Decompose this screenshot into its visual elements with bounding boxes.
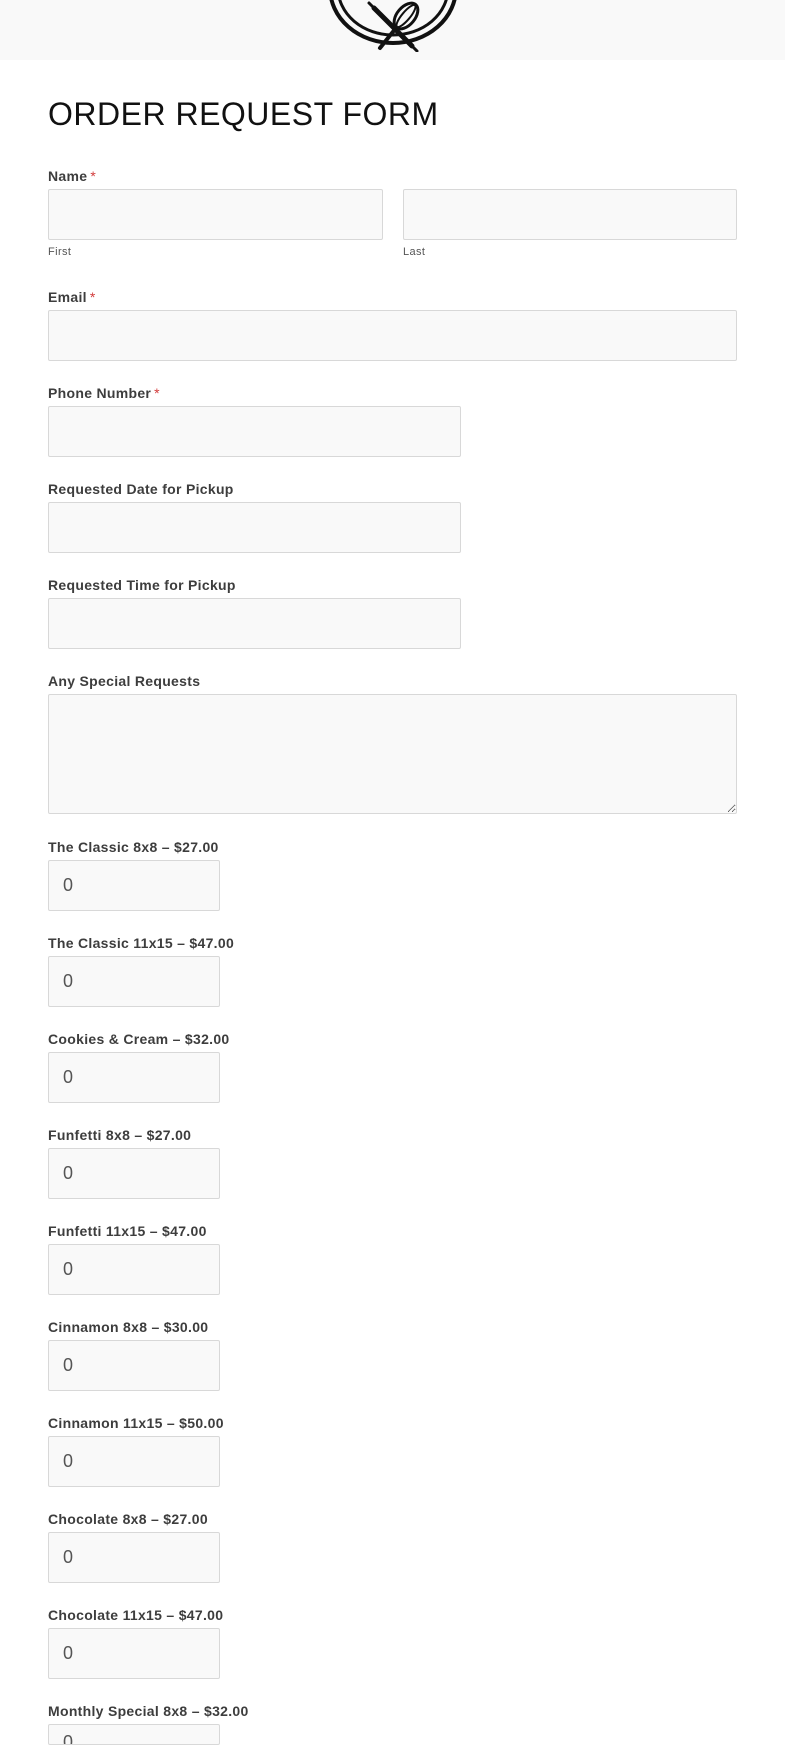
product-quantity-input[interactable] [48, 1628, 220, 1679]
pickup-date-input[interactable] [48, 502, 461, 553]
product-quantity-input[interactable] [48, 1436, 220, 1487]
email-label-text: Email [48, 289, 87, 305]
required-marker: * [154, 385, 160, 401]
product-quantity-input[interactable] [48, 1724, 220, 1745]
first-name-input[interactable] [48, 189, 383, 240]
whisk-rolling-pin-logo-icon [329, 0, 457, 52]
product-quantity-input[interactable] [48, 1148, 220, 1199]
product-quantity-input[interactable] [48, 1532, 220, 1583]
name-label-text: Name [48, 168, 88, 184]
required-marker: * [90, 168, 97, 184]
product-label: The Classic 11x15 – $47.00 [48, 935, 235, 951]
product-label: Cookies & Cream – $32.00 [48, 1031, 230, 1047]
product-label: Cinnamon 8x8 – $30.00 [48, 1319, 209, 1335]
product-label: Chocolate 11x15 – $47.00 [48, 1607, 224, 1623]
product-quantity-input[interactable] [48, 1244, 220, 1295]
last-name-input[interactable] [403, 189, 737, 240]
product-quantity-input[interactable] [48, 1052, 220, 1103]
product-quantity-input[interactable] [48, 1340, 220, 1391]
product-quantity-input[interactable] [48, 860, 220, 911]
email-label: Email * [48, 289, 96, 305]
product-label: Cinnamon 11x15 – $50.00 [48, 1415, 224, 1431]
phone-label-text: Phone Number [48, 385, 152, 401]
name-label: Name * [48, 168, 96, 184]
first-name-sublabel: First [48, 246, 72, 258]
special-requests-textarea[interactable] [48, 694, 737, 814]
pickup-time-label: Requested Time for Pickup [48, 577, 236, 593]
product-quantity-input[interactable] [48, 956, 220, 1007]
pickup-date-label: Requested Date for Pickup [48, 481, 234, 497]
special-requests-label: Any Special Requests [48, 673, 201, 689]
last-name-sublabel: Last [403, 246, 426, 258]
phone-label: Phone Number * [48, 385, 160, 401]
product-label: Monthly Special 8x8 – $32.00 [48, 1703, 249, 1719]
product-label: The Classic 8x8 – $27.00 [48, 839, 219, 855]
pickup-time-input[interactable] [48, 598, 461, 649]
product-label: Chocolate 8x8 – $27.00 [48, 1511, 208, 1527]
email-input[interactable] [48, 310, 737, 361]
product-label: Funfetti 11x15 – $47.00 [48, 1223, 207, 1239]
phone-input[interactable] [48, 406, 461, 457]
form-title: ORDER REQUEST FORM [48, 96, 439, 132]
product-label: Funfetti 8x8 – $27.00 [48, 1127, 192, 1143]
required-marker: * [89, 289, 96, 305]
